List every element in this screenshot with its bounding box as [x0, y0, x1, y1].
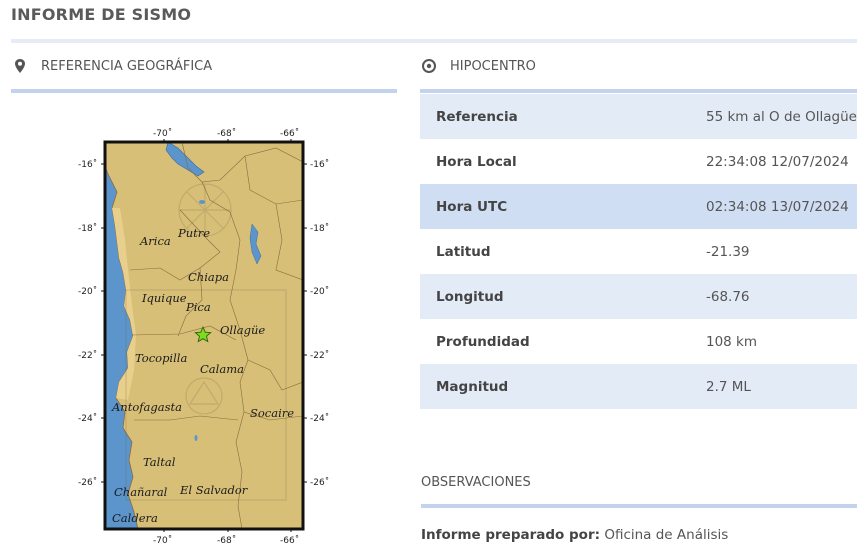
table-row: Latitud -21.39 — [420, 229, 857, 274]
target-icon — [422, 59, 436, 73]
lat-tick-label: -24˚ — [78, 413, 97, 424]
title-divider — [11, 39, 857, 43]
place-label: Taltal — [143, 455, 176, 469]
place-label: Calama — [200, 362, 244, 376]
place-label: Caldera — [112, 511, 158, 525]
lat-tick-label: -16˚ — [78, 159, 97, 170]
place-label: Ollagüe — [220, 323, 265, 337]
observations-title: OBSERVACIONES — [421, 475, 531, 490]
lon-tick-label: -68˚ — [217, 535, 236, 546]
table-row: Longitud -68.76 — [420, 274, 857, 319]
place-label: Socaire — [250, 406, 294, 420]
row-label: Latitud — [436, 243, 491, 260]
lat-tick-label: -26˚ — [78, 477, 97, 488]
place-label: Pica — [185, 300, 211, 314]
table-row: Referencia 55 km al O de Ollagüe — [420, 94, 857, 139]
lat-tick-label: -22˚ — [78, 350, 97, 361]
observations-divider — [421, 504, 857, 508]
lat-tick-label: -18˚ — [78, 223, 97, 234]
row-value: -21.39 — [706, 243, 750, 260]
row-value: 02:34:08 13/07/2024 — [706, 198, 849, 215]
row-label: Referencia — [436, 108, 518, 125]
lat-tick-label: -24˚ — [310, 413, 329, 424]
lake — [199, 200, 205, 204]
lake — [194, 435, 198, 441]
row-value: 55 km al O de Ollagüe — [706, 108, 857, 125]
row-value: 22:34:08 12/07/2024 — [706, 153, 849, 170]
lon-tick-label: -70˚ — [153, 128, 172, 139]
lat-tick-label: -22˚ — [310, 350, 329, 361]
place-label: Antofagasta — [111, 400, 182, 414]
place-label: Iquique — [141, 291, 187, 305]
place-label: Putre — [177, 226, 210, 240]
table-row: Profundidad 108 km — [420, 319, 857, 364]
lat-tick-label: -18˚ — [310, 223, 329, 234]
row-value: 108 km — [706, 333, 758, 350]
prepared-by-label: Informe preparado por: — [421, 527, 601, 543]
row-label: Magnitud — [436, 378, 509, 395]
row-label: Hora Local — [436, 153, 517, 170]
lon-tick-label: -66˚ — [280, 128, 299, 139]
page-title: INFORME DE SISMO — [11, 5, 192, 24]
geo-section-title: REFERENCIA GEOGRÁFICA — [41, 58, 213, 74]
lon-tick-label: -66˚ — [280, 535, 299, 546]
row-label: Hora UTC — [436, 198, 508, 215]
geo-section-header: REFERENCIA GEOGRÁFICA — [12, 58, 212, 74]
lon-tick-label: -70˚ — [153, 535, 172, 546]
place-label: Chañaral — [114, 485, 168, 499]
prepared-by: Informe preparado por: Oficina de Anális… — [421, 527, 728, 543]
lon-tick-label: -68˚ — [217, 128, 236, 139]
table-row: Hora UTC 02:34:08 13/07/2024 — [420, 184, 857, 229]
geo-section-divider — [11, 89, 397, 93]
prepared-by-value: Oficina de Análisis — [604, 527, 729, 543]
hypo-section-header: HIPOCENTRO — [421, 58, 536, 74]
hypo-section-divider — [420, 89, 857, 93]
hypo-section-title: HIPOCENTRO — [450, 58, 536, 74]
row-value: 2.7 ML — [706, 378, 751, 395]
row-value: -68.76 — [706, 288, 750, 305]
epicenter-map: Putre Arica Chiapa Iquique Pica Ollagüe … — [70, 120, 340, 555]
place-label: El Salvador — [179, 483, 249, 497]
lat-tick-label: -20˚ — [78, 286, 97, 297]
map-pin-icon — [15, 59, 25, 73]
table-row: Hora Local 22:34:08 12/07/2024 — [420, 139, 857, 184]
table-row: Magnitud 2.7 ML — [420, 364, 857, 409]
place-label: Arica — [139, 234, 171, 248]
place-label: Tocopilla — [135, 351, 187, 365]
lat-tick-label: -26˚ — [310, 477, 329, 488]
lat-tick-label: -16˚ — [310, 159, 329, 170]
row-label: Profundidad — [436, 333, 530, 350]
place-label: Chiapa — [188, 270, 229, 284]
lat-tick-label: -20˚ — [310, 286, 329, 297]
hypocenter-table: Referencia 55 km al O de Ollagüe Hora Lo… — [420, 94, 857, 409]
row-label: Longitud — [436, 288, 504, 305]
